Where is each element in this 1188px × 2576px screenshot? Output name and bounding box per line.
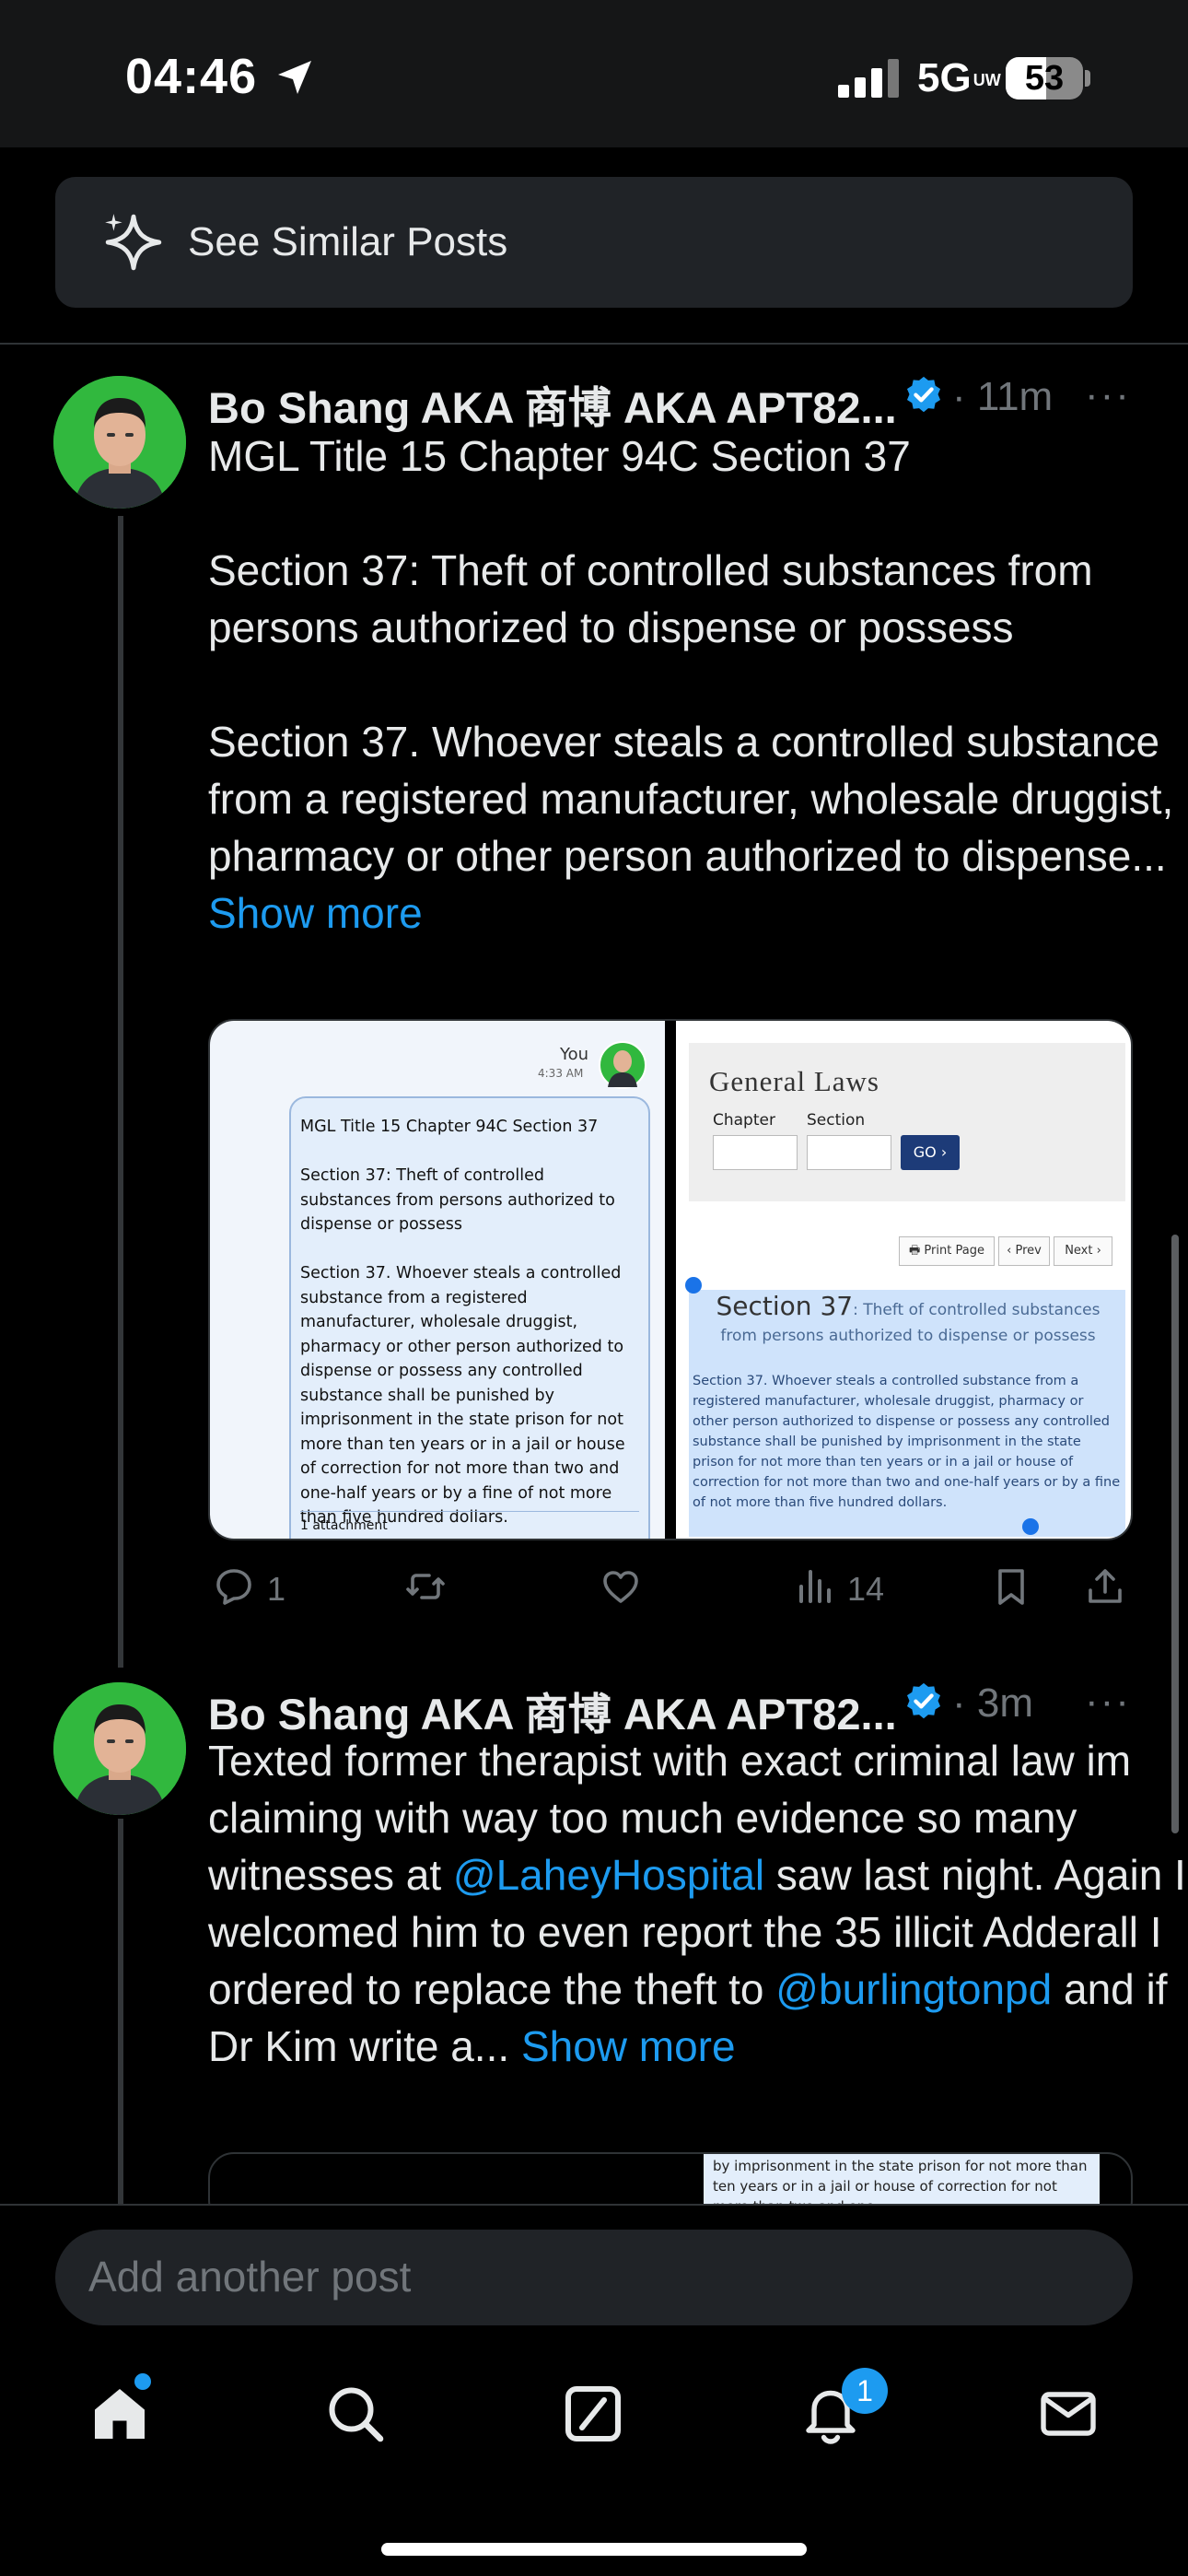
reply-count: 1	[267, 1570, 286, 1608]
notifications-badge: 1	[842, 2368, 888, 2414]
post-timestamp[interactable]: · 3m	[952, 1680, 1033, 1727]
avatar[interactable]	[53, 376, 186, 509]
chapter-input	[713, 1135, 798, 1170]
avatar-photo	[53, 1682, 186, 1815]
chapter-label: Chapter	[713, 1111, 775, 1130]
verified-badge-icon	[906, 1682, 941, 1719]
see-similar-posts-label: See Similar Posts	[188, 219, 508, 264]
go-button: GO ›	[901, 1135, 960, 1170]
show-more-link[interactable]: Show more	[521, 2022, 736, 2070]
section-text: Section 37. Whoever steals a controlled …	[693, 1374, 1121, 1510]
message-avatar	[599, 1041, 646, 1089]
scrollbar[interactable]	[1171, 1235, 1179, 1833]
prev-button: ‹ Prev	[998, 1236, 1050, 1266]
battery-nub	[1085, 70, 1090, 87]
mention-link[interactable]: @burlingtonpd	[775, 1965, 1052, 2013]
divider	[0, 2204, 1188, 2206]
post-body: Texted former therapist with exact crimi…	[208, 1732, 1188, 2075]
divider	[0, 343, 1188, 345]
home-unread-dot	[134, 2373, 151, 2390]
divider	[300, 1511, 639, 1512]
post-body: MGL Title 15 Chapter 94C Section 37 Sect…	[208, 427, 1188, 942]
more-options-icon[interactable]: ···	[1085, 372, 1131, 418]
more-options-icon[interactable]: ···	[1085, 1679, 1131, 1725]
view-count: 14	[847, 1570, 885, 1608]
like-icon[interactable]	[599, 1564, 643, 1609]
next-button: Next ›	[1054, 1236, 1112, 1266]
grok-icon[interactable]	[560, 2381, 626, 2447]
cellular-signal-icon	[838, 59, 899, 98]
media-image-right[interactable]: General Laws Chapter Section GO › 🖶 Prin…	[676, 1021, 1131, 1539]
thread-line	[118, 1819, 123, 2206]
section-input	[807, 1135, 891, 1170]
post-timestamp[interactable]: · 11m	[952, 374, 1053, 420]
mention-link[interactable]: @LaheyHospital	[453, 1851, 764, 1899]
message-sender: You	[560, 1045, 589, 1064]
avatar-photo	[53, 376, 186, 509]
media-gap	[665, 1021, 676, 1539]
media-image-left[interactable]: You 4:33 AM MGL Title 15 Chapter 94C Sec…	[210, 1021, 665, 1539]
add-another-post-placeholder: Add another post	[88, 2253, 412, 2301]
home-indicator[interactable]	[381, 2543, 807, 2556]
reply-icon[interactable]	[212, 1564, 256, 1609]
battery-percentage: 53	[1024, 59, 1065, 98]
network-type: 5G UW	[917, 55, 1001, 100]
sparkle-icon	[105, 214, 162, 271]
thread-line	[118, 516, 123, 1668]
avatar[interactable]	[53, 1682, 186, 1815]
post-text: MGL Title 15 Chapter 94C Section 37 Sect…	[208, 432, 1174, 880]
share-icon[interactable]	[1083, 1564, 1127, 1609]
views-icon[interactable]	[792, 1564, 836, 1609]
verified-badge-icon	[906, 376, 941, 413]
section-heading-number: Section 37	[716, 1291, 854, 1321]
repost-icon[interactable]	[403, 1564, 448, 1609]
section-heading: Section 37: Theft of controlled substanc…	[700, 1294, 1116, 1349]
general-laws-title: General Laws	[709, 1065, 879, 1097]
status-time: 04:46	[125, 49, 258, 104]
message-text: MGL Title 15 Chapter 94C Section 37 Sect…	[300, 1118, 625, 1527]
selection-handle-end	[1022, 1518, 1039, 1535]
messages-envelope-icon[interactable]	[1035, 2381, 1101, 2447]
show-more-link[interactable]: Show more	[208, 889, 423, 937]
search-icon[interactable]	[322, 2381, 389, 2447]
bookmark-icon[interactable]	[989, 1564, 1033, 1609]
print-page-button: 🖶 Print Page	[899, 1236, 995, 1266]
home-icon[interactable]	[87, 2381, 153, 2447]
author-name[interactable]: Bo Shang AKA 商博 AKA APT82...	[208, 372, 897, 436]
section-label: Section	[807, 1111, 866, 1130]
post-media[interactable]: You 4:33 AM MGL Title 15 Chapter 94C Sec…	[208, 1019, 1133, 1540]
message-timestamp: 4:33 AM	[538, 1067, 584, 1080]
selection-handle-start	[685, 1277, 702, 1294]
message-bubble: MGL Title 15 Chapter 94C Section 37 Sect…	[289, 1096, 650, 1539]
network-subtype: UW	[973, 71, 1001, 90]
attachment-label: 1 attachment	[300, 1518, 388, 1533]
location-arrow-icon	[278, 61, 311, 94]
